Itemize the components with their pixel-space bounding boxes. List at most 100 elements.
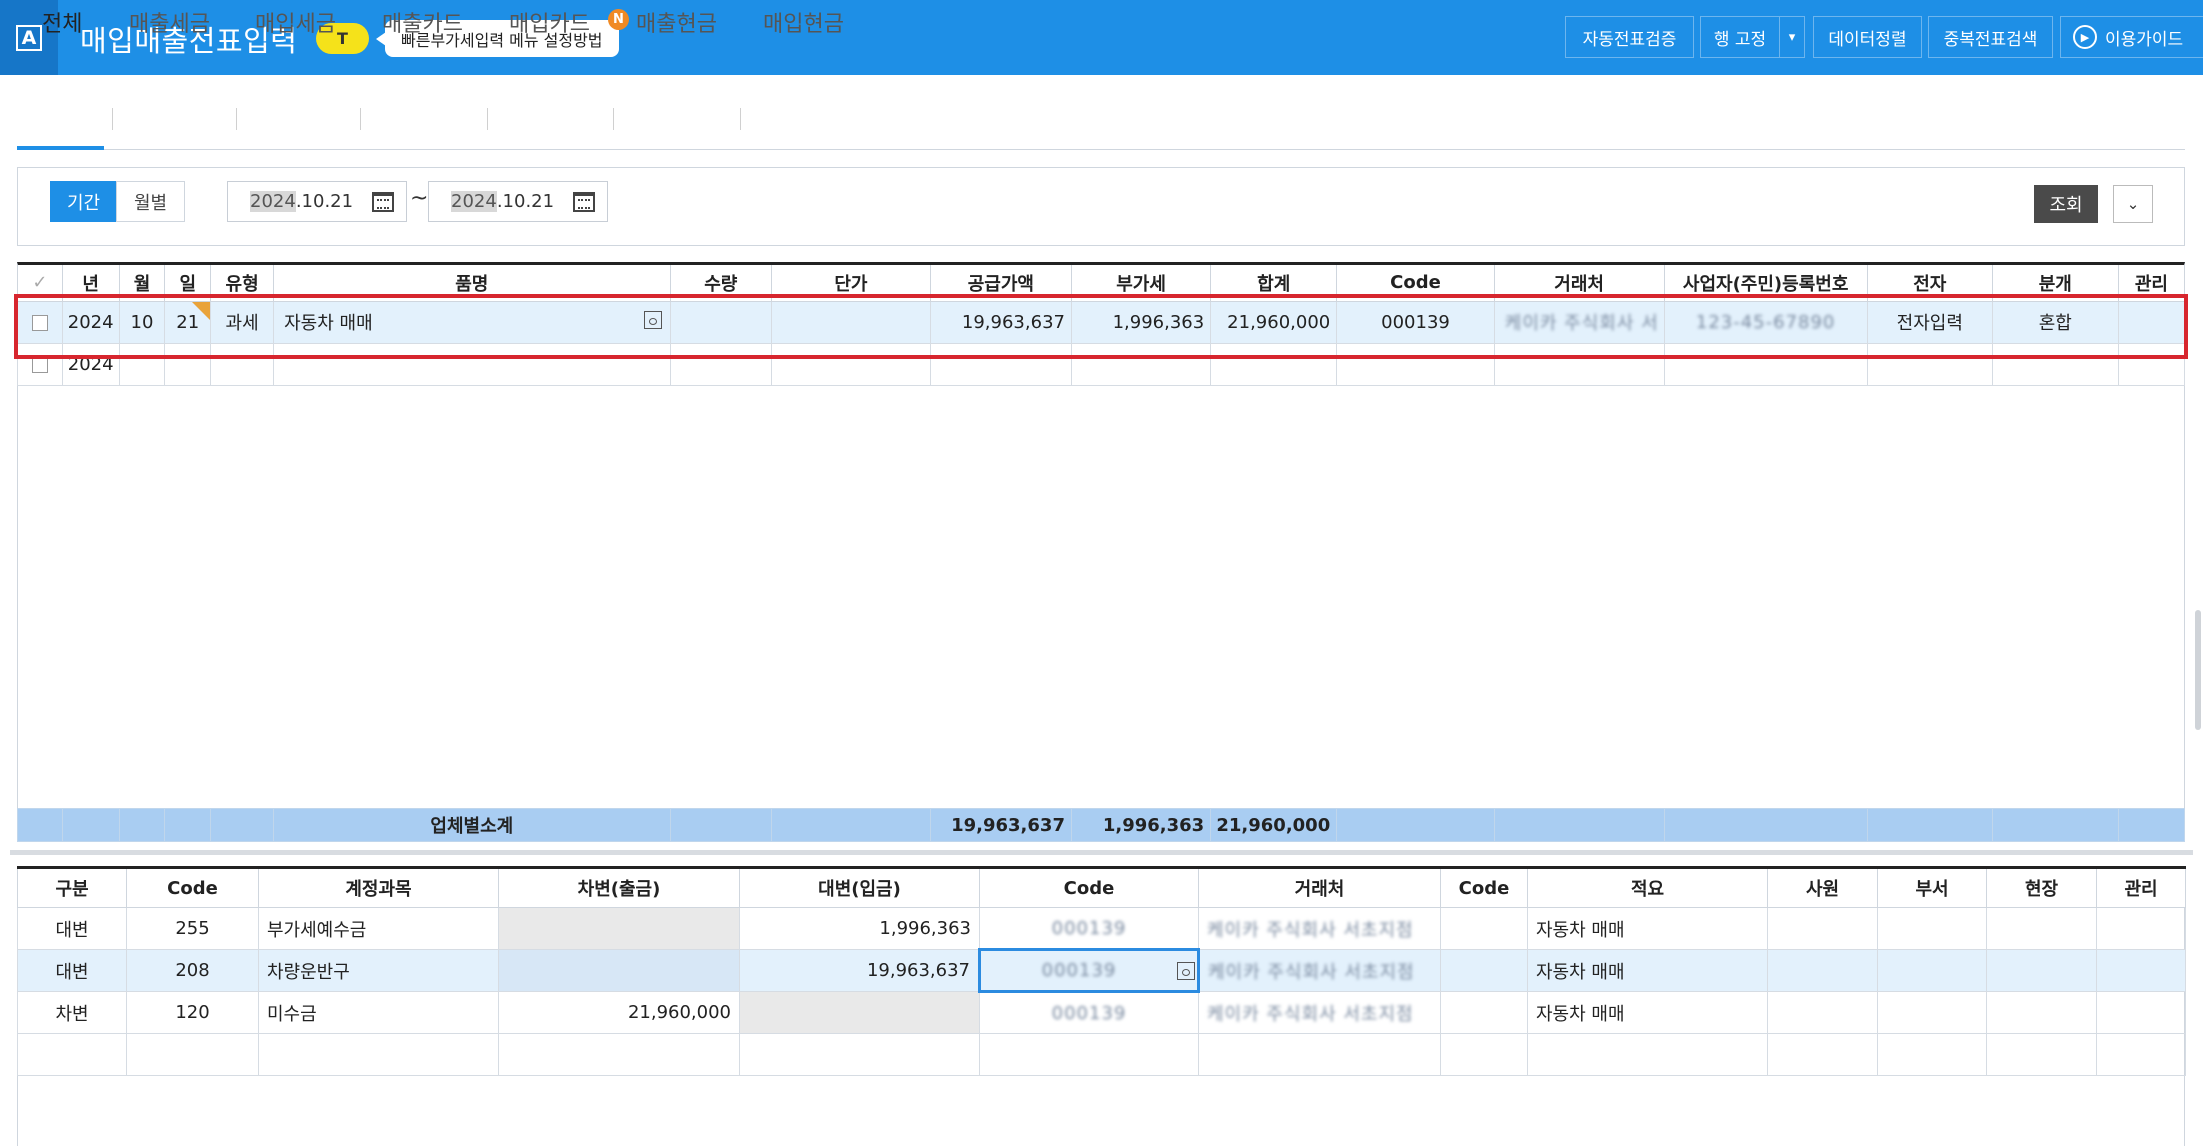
col-credit[interactable]: 대변(입금) — [739, 866, 980, 908]
calendar-icon[interactable] — [573, 192, 595, 212]
cell-qty[interactable] — [669, 300, 773, 344]
cell-month[interactable] — [118, 342, 166, 386]
cell-code2[interactable] — [1440, 991, 1528, 1034]
col-account-code[interactable]: Code — [126, 866, 259, 908]
cell-manage[interactable] — [2096, 907, 2186, 950]
cell-account[interactable]: 부가세예수금 — [258, 907, 499, 950]
cell-site[interactable] — [1986, 1033, 2097, 1076]
table-row[interactable]: 2024 10 21 과세 자동차 매매 19,963,637 1,996,36… — [17, 300, 2186, 344]
vertical-scrollbar[interactable] — [2195, 610, 2201, 730]
cell-credit[interactable]: 19,963,637 — [739, 949, 980, 992]
cell-vendor[interactable]: 케이카 주식회사 서초지점 — [1198, 991, 1441, 1034]
cell-type[interactable]: 과세 — [210, 300, 275, 344]
col-department[interactable]: 부서 — [1877, 866, 1987, 908]
cell-reg-no[interactable]: 123-45-67890 — [1663, 300, 1868, 344]
cell-vat[interactable]: 1,996,363 — [1070, 300, 1212, 344]
col-vendor-code[interactable]: Code — [979, 866, 1199, 908]
search-button[interactable]: 조회 — [2034, 185, 2098, 223]
col-journal[interactable]: 분개 — [1991, 265, 2119, 302]
cell-vat[interactable] — [1070, 342, 1212, 386]
cell-employee[interactable] — [1767, 907, 1878, 950]
date-to-field[interactable]: 2024.10.21 — [428, 181, 608, 222]
tab-purchase-card[interactable]: 매입카드 — [509, 0, 590, 52]
cell-department[interactable] — [1877, 907, 1987, 950]
cell-day[interactable]: 21 — [164, 300, 212, 344]
col-day[interactable]: 일 — [164, 265, 212, 302]
cell-supply[interactable] — [929, 342, 1072, 386]
cell-debit[interactable] — [498, 949, 740, 992]
cell-memo[interactable]: 자동차 매매 — [1527, 949, 1768, 992]
cell-vendor-code[interactable] — [979, 1033, 1199, 1076]
guide-button[interactable]: ▶ 이용가이드 — [2060, 16, 2203, 58]
calendar-icon[interactable] — [372, 192, 394, 212]
cell-manage[interactable] — [2117, 300, 2186, 344]
row-fix-button[interactable]: 행 고정 — [1700, 16, 1780, 58]
duplicate-search-button[interactable]: 중복전표검색 — [1928, 16, 2053, 58]
tab-purchase-cash[interactable]: 매입현금 — [763, 0, 844, 52]
cell-code2[interactable] — [1440, 949, 1528, 992]
col-vendor[interactable]: 거래처 — [1493, 265, 1665, 302]
cell-vendor-code[interactable]: 000139 — [978, 948, 1200, 993]
cell-vendor-code[interactable]: 000139 — [979, 991, 1199, 1034]
col-electronic[interactable]: 전자 — [1866, 265, 1993, 302]
cell-electronic[interactable]: 전자입력 — [1866, 300, 1993, 344]
cell-memo[interactable] — [1527, 1033, 1768, 1076]
item-lookup-icon[interactable] — [643, 311, 662, 329]
col-unit-price[interactable]: 단가 — [771, 265, 931, 302]
tab-sales-card[interactable]: 매출카드 — [382, 0, 463, 52]
col-division[interactable]: 구분 — [17, 866, 127, 908]
select-all-checkbox[interactable]: ✓ — [17, 265, 63, 302]
cell-memo[interactable]: 자동차 매매 — [1527, 991, 1768, 1034]
cell-item[interactable] — [273, 342, 671, 386]
cell-unit-price[interactable] — [771, 342, 931, 386]
tab-sales-tax-invoice[interactable]: 매출세금 — [129, 0, 210, 52]
table-row[interactable]: 대변 255 부가세예수금 1,996,363 000139 케이카 주식회사 … — [17, 907, 2186, 950]
cell-department[interactable] — [1877, 949, 1987, 992]
cell-unit-price[interactable] — [771, 300, 931, 344]
col-employee[interactable]: 사원 — [1767, 866, 1878, 908]
col-total[interactable]: 합계 — [1210, 265, 1338, 302]
split-handle[interactable] — [10, 850, 2193, 855]
cell-vendor[interactable]: 케이카 주식회사 서초지점 — [1198, 907, 1441, 950]
cell-reg-no[interactable] — [1663, 342, 1868, 386]
cell-code[interactable] — [1336, 342, 1495, 386]
col-year[interactable]: 년 — [61, 265, 120, 302]
cell-debit[interactable] — [498, 907, 740, 950]
col-reg-no[interactable]: 사업자(주민)등록번호 — [1663, 265, 1868, 302]
cell-employee[interactable] — [1767, 1033, 1878, 1076]
cell-site[interactable] — [1986, 949, 2097, 992]
tab-all[interactable]: 전체 — [42, 0, 82, 52]
cell-debit[interactable]: 21,960,000 — [498, 991, 740, 1034]
cell-code2[interactable] — [1440, 907, 1528, 950]
cell-site[interactable] — [1986, 991, 2097, 1034]
row-fix-dropdown-icon[interactable]: ▾ — [1779, 16, 1805, 58]
monthly-toggle[interactable]: 월별 — [116, 181, 185, 222]
collapse-filter-button[interactable]: ⌄ — [2113, 185, 2153, 223]
cell-supply[interactable]: 19,963,637 — [929, 300, 1072, 344]
cell-employee[interactable] — [1767, 991, 1878, 1034]
date-from-field[interactable]: 2024.10.21 — [227, 181, 407, 222]
cell-account-code[interactable]: 208 — [126, 949, 259, 992]
cell-month[interactable]: 10 — [118, 300, 166, 344]
col-manage[interactable]: 관리 — [2096, 866, 2186, 908]
cell-division[interactable]: 대변 — [17, 949, 127, 992]
cell-manage[interactable] — [2096, 991, 2186, 1034]
tab-sales-cash[interactable]: 매출현금 — [636, 0, 717, 52]
cell-credit[interactable] — [739, 991, 980, 1034]
cell-department[interactable] — [1877, 991, 1987, 1034]
cell-manage[interactable] — [2096, 1033, 2186, 1076]
sort-data-button[interactable]: 데이터정렬 — [1813, 16, 1922, 58]
cell-account[interactable] — [258, 1033, 499, 1076]
cell-manage[interactable] — [2117, 342, 2186, 386]
cell-electronic[interactable] — [1866, 342, 1993, 386]
col-code2[interactable]: Code — [1440, 866, 1528, 908]
cell-memo[interactable]: 자동차 매매 — [1527, 907, 1768, 950]
row-checkbox[interactable] — [17, 342, 63, 386]
period-toggle[interactable]: 기간 — [50, 181, 117, 222]
table-row[interactable] — [17, 1033, 2186, 1076]
cell-debit[interactable] — [498, 1033, 740, 1076]
cell-manage[interactable] — [2096, 949, 2186, 992]
cell-qty[interactable] — [669, 342, 773, 386]
cell-year[interactable]: 2024 — [61, 300, 120, 344]
cell-account[interactable]: 차량운반구 — [258, 949, 499, 992]
